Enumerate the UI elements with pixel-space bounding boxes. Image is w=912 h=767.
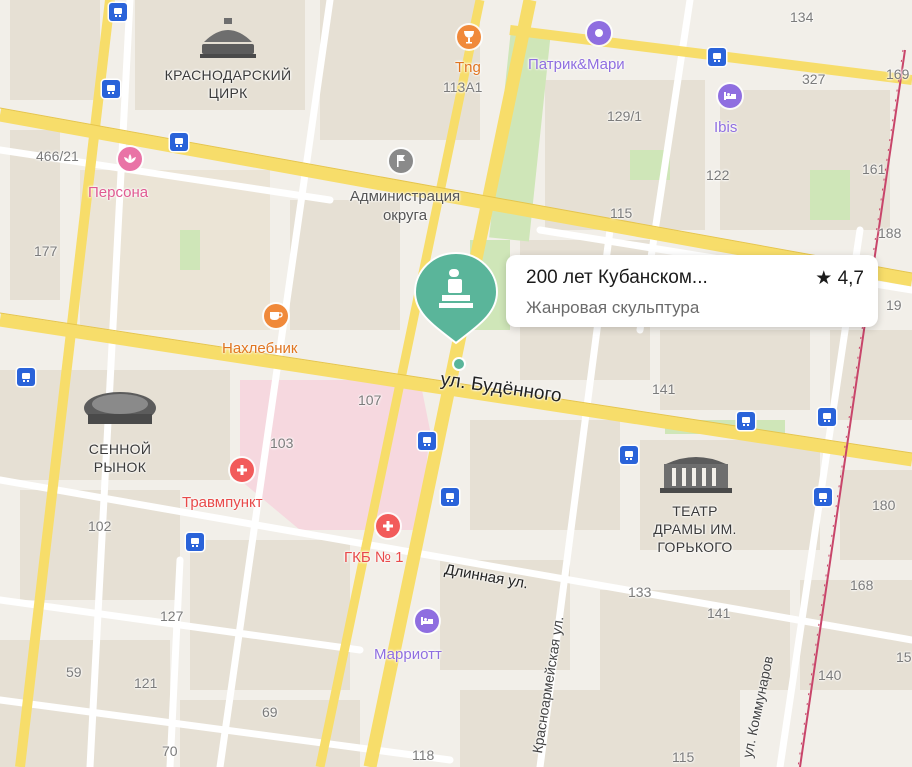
lotus-icon[interactable] [118, 147, 142, 171]
place-card-category: Жанровая скульптура [526, 298, 700, 317]
house-number: 121 [134, 675, 158, 691]
house-number: 103 [270, 435, 294, 451]
poi-admin-line2: округа [382, 207, 428, 224]
house-number: 15 [896, 649, 912, 665]
rating-value: 4,7 [837, 268, 864, 289]
bus-stop-icon[interactable] [441, 488, 459, 506]
house-number: 140 [818, 667, 842, 683]
selected-place-dot [452, 357, 466, 371]
bus-stop-icon[interactable] [186, 533, 204, 551]
landmark-circus-line1: КРАСНОДАРСКИЙ [164, 67, 292, 83]
bus-stop-icon[interactable] [102, 80, 120, 98]
house-number: 141 [652, 381, 676, 397]
house-number: 19 [886, 297, 902, 313]
bus-stop-icon[interactable] [818, 408, 836, 426]
cross-icon[interactable] [230, 458, 254, 482]
landmark-theatre-line1: ТЕАТР [672, 503, 718, 519]
house-number: 118 [412, 747, 435, 763]
bus-stop-icon[interactable] [708, 48, 726, 66]
bus-stop-icon[interactable] [109, 3, 127, 21]
house-number: 115 [672, 749, 695, 765]
house-number: 188 [878, 225, 902, 241]
landmark-market-line1: СЕННОЙ [88, 441, 152, 457]
house-number: 466/21 [36, 148, 79, 164]
bus-stop-icon[interactable] [737, 412, 755, 430]
house-number: 177 [34, 243, 58, 259]
landmark-theatre-line2: ДРАМЫ ИМ. [653, 521, 737, 537]
house-number: 169 [886, 66, 910, 82]
poi-tng-sub: 113А1 [443, 79, 483, 95]
house-number: 102 [88, 518, 112, 534]
poi-persona-label: Персона [88, 184, 149, 201]
bus-stop-icon[interactable] [620, 446, 638, 464]
house-number: 127 [160, 608, 184, 624]
house-number: 141 [707, 605, 731, 621]
house-number: 168 [850, 577, 874, 593]
landmark-theatre-line3: ГОРЬКОГО [657, 539, 733, 555]
house-number: 161 [862, 161, 886, 177]
cross-icon[interactable] [376, 514, 400, 538]
house-number: 180 [872, 497, 896, 513]
house-number: 107 [358, 392, 382, 408]
landmark-circus-label: КРАСНОДАРСКИЙ ЦИРК [148, 68, 308, 100]
bed-icon[interactable] [718, 84, 742, 108]
house-number: 327 [802, 71, 826, 87]
place-card[interactable]: 200 лет Кубанском... ★ 4,7 Жанровая скул… [506, 255, 878, 327]
house-number: 122 [706, 167, 730, 183]
place-card-title: 200 лет Кубанском... [526, 267, 708, 288]
dome-icon[interactable] [80, 384, 160, 439]
landmark-theatre-label: ТЕАТР ДРАМЫ ИМ. ГОРЬКОГО [620, 504, 770, 554]
landmark-market-label: СЕННОЙ РЫНОК [70, 442, 170, 474]
bed-icon[interactable] [415, 609, 439, 633]
wine-icon[interactable] [457, 25, 481, 49]
poi-ibis-label: Ibis [714, 119, 738, 136]
house-number: 59 [66, 664, 82, 680]
poi-tng-label: Tng [455, 59, 481, 76]
house-number: 129/1 [607, 108, 643, 124]
poi-gkb-label: ГКБ № 1 [344, 549, 404, 566]
poi-admin-label: Администрация округа [322, 189, 488, 223]
circus-icon[interactable] [192, 12, 264, 67]
flag-icon[interactable] [389, 149, 413, 173]
place-card-rating: ★ 4,7 [815, 267, 864, 290]
dot-icon[interactable] [587, 21, 611, 45]
poi-nakhlebnik-label: Нахлебник [222, 340, 298, 357]
sculpture-icon[interactable] [413, 251, 499, 351]
poi-travm-label: Травмпункт [182, 494, 263, 511]
bus-stop-icon[interactable] [170, 133, 188, 151]
house-number: 69 [262, 704, 278, 720]
theatre-icon[interactable] [656, 450, 736, 501]
cup-icon[interactable] [264, 304, 288, 328]
bus-stop-icon[interactable] [418, 432, 436, 450]
poi-marriott-label: Марриотт [374, 646, 442, 663]
bus-stop-icon[interactable] [814, 488, 832, 506]
house-number: 134 [790, 9, 814, 25]
bus-stop-icon[interactable] [17, 368, 35, 386]
star-icon: ★ [815, 268, 838, 289]
map-view[interactable]: 200 лет Кубанском... ★ 4,7 Жанровая скул… [0, 0, 912, 767]
house-number: 70 [162, 743, 178, 759]
landmark-circus-line2: ЦИРК [208, 85, 248, 101]
house-number: 115 [610, 205, 633, 221]
poi-patrik-label: Патрик&Мари [528, 56, 625, 73]
landmark-market-line2: РЫНОК [93, 459, 147, 475]
house-number: 133 [628, 584, 652, 600]
poi-admin-line1: Администрация [349, 188, 461, 205]
